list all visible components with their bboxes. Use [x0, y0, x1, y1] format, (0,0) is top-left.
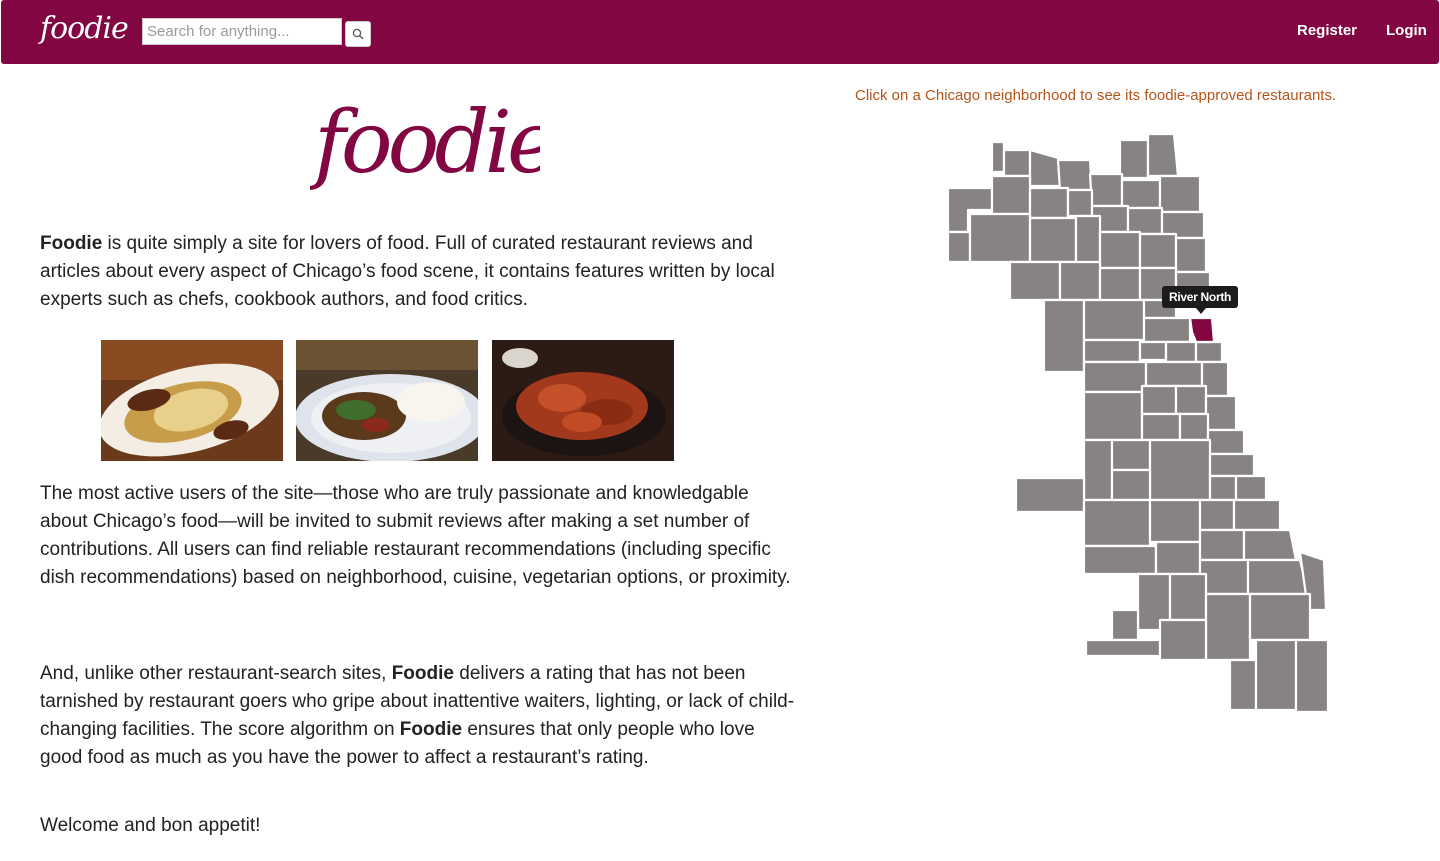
map-neighborhood[interactable]: [1198, 528, 1246, 562]
map-neighborhood[interactable]: [1082, 360, 1148, 394]
map-neighborhood[interactable]: [1028, 148, 1062, 188]
map-neighborhood[interactable]: [1206, 428, 1246, 456]
map-neighborhood[interactable]: [1028, 216, 1078, 264]
map-neighborhood[interactable]: [1058, 260, 1102, 302]
map-neighborhood[interactable]: [1246, 558, 1310, 596]
map-tooltip: River North: [1162, 286, 1239, 308]
map-neighborhood[interactable]: [1148, 498, 1202, 544]
map-neighborhood[interactable]: [1082, 438, 1114, 502]
register-link[interactable]: Register: [1297, 22, 1357, 39]
food-photo-3: [492, 340, 674, 461]
map-neighborhood[interactable]: [1082, 298, 1146, 342]
welcome-text: Welcome and bon appetit!: [40, 815, 261, 836]
map-neighborhood[interactable]: [1146, 132, 1180, 178]
food-photo-1: [101, 340, 283, 461]
map-neighborhood[interactable]: [990, 140, 1006, 174]
map-neighborhood[interactable]: [1148, 438, 1212, 502]
search-input[interactable]: [142, 18, 342, 45]
map-neighborhood[interactable]: [1110, 468, 1152, 502]
map-hint: Click on a Chicago neighborhood to see i…: [855, 87, 1337, 104]
map-neighborhood-river-north[interactable]: [1188, 316, 1216, 344]
map-neighborhood[interactable]: [1208, 452, 1256, 478]
map-neighborhood[interactable]: [1208, 474, 1238, 502]
map-neighborhood[interactable]: [1178, 412, 1210, 442]
map-neighborhood[interactable]: [1074, 214, 1102, 268]
map-neighborhood[interactable]: [990, 174, 1032, 216]
map-neighborhood[interactable]: [1002, 148, 1032, 178]
chicago-neighborhood-map: [946, 132, 1330, 714]
map-neighborhood[interactable]: [1082, 544, 1158, 576]
map-neighborhood[interactable]: [1204, 592, 1252, 662]
login-link[interactable]: Login: [1386, 22, 1427, 39]
map-neighborhood[interactable]: [1232, 498, 1282, 532]
map-neighborhood[interactable]: [1120, 178, 1162, 210]
map-neighborhood[interactable]: [1154, 540, 1202, 576]
intro-paragraph-3: And, unlike other restaurant-search site…: [40, 663, 795, 768]
map-neighborhood[interactable]: [1294, 638, 1330, 714]
map-neighborhood[interactable]: [1028, 186, 1070, 220]
map-neighborhood[interactable]: [1140, 412, 1182, 442]
map-neighborhood[interactable]: [1242, 528, 1298, 562]
intro-paragraph-1: Foodie is quite simply a site for lovers…: [40, 233, 775, 310]
map-neighborhood[interactable]: [1126, 206, 1164, 236]
map-neighborhood[interactable]: [1140, 384, 1178, 416]
map-neighborhood[interactable]: [1042, 298, 1086, 374]
map-neighborhood[interactable]: [1142, 316, 1192, 344]
map-neighborhood[interactable]: [1014, 476, 1086, 514]
map-neighborhood[interactable]: [1082, 338, 1142, 364]
map-neighborhood[interactable]: [1164, 340, 1198, 364]
brand-logo[interactable]: foodie: [40, 11, 129, 46]
map-neighborhood[interactable]: [1008, 260, 1062, 302]
map-neighborhood[interactable]: [1194, 340, 1224, 364]
map-neighborhood[interactable]: [1098, 230, 1142, 270]
search-icon: [352, 28, 364, 40]
search-button[interactable]: [345, 21, 371, 47]
map-neighborhood[interactable]: [968, 212, 1032, 264]
map-neighborhood[interactable]: [1084, 638, 1162, 658]
map-neighborhood[interactable]: [1082, 498, 1152, 548]
food-photo-2: [296, 340, 478, 461]
map-neighborhood[interactable]: [1158, 174, 1202, 214]
map-neighborhood[interactable]: [1056, 158, 1094, 192]
foodie-logo: foodie: [310, 93, 540, 193]
navbar: foodie Register Login: [1, 0, 1439, 64]
map-neighborhood[interactable]: [1118, 138, 1150, 180]
tooltip-arrow: [1196, 308, 1206, 314]
map-neighborhood[interactable]: [1248, 592, 1312, 642]
map-neighborhood[interactable]: [1204, 394, 1238, 432]
map-neighborhood[interactable]: [1174, 384, 1208, 416]
map-neighborhood[interactable]: [1098, 266, 1142, 306]
map-neighborhood[interactable]: [1082, 390, 1144, 442]
map-neighborhood[interactable]: [1254, 638, 1298, 712]
map-neighborhood[interactable]: [946, 230, 972, 264]
map-neighborhood[interactable]: [1144, 360, 1204, 388]
svg-text:foodie: foodie: [310, 93, 540, 193]
intro-paragraph-2: The most active users of the site—those …: [40, 483, 791, 588]
map-neighborhood[interactable]: [1066, 188, 1094, 218]
map-neighborhood[interactable]: [1158, 618, 1208, 662]
map-neighborhood[interactable]: [1088, 172, 1124, 208]
map-neighborhood[interactable]: [1174, 236, 1208, 274]
brand-name: Foodie: [399, 719, 463, 740]
map-neighborhood[interactable]: [1198, 498, 1236, 532]
map-neighborhood[interactable]: [1228, 658, 1258, 712]
map-neighborhood[interactable]: [1110, 438, 1152, 472]
map-neighborhood[interactable]: [1198, 558, 1250, 596]
map-neighborhood[interactable]: [1138, 232, 1178, 270]
map-neighborhood[interactable]: [1138, 340, 1168, 362]
brand-name: Foodie: [391, 663, 454, 684]
map-neighborhood[interactable]: [1234, 474, 1268, 502]
brand-name: Foodie: [40, 233, 103, 254]
map-neighborhood[interactable]: [1168, 572, 1208, 622]
map-neighborhood[interactable]: [1110, 608, 1140, 642]
